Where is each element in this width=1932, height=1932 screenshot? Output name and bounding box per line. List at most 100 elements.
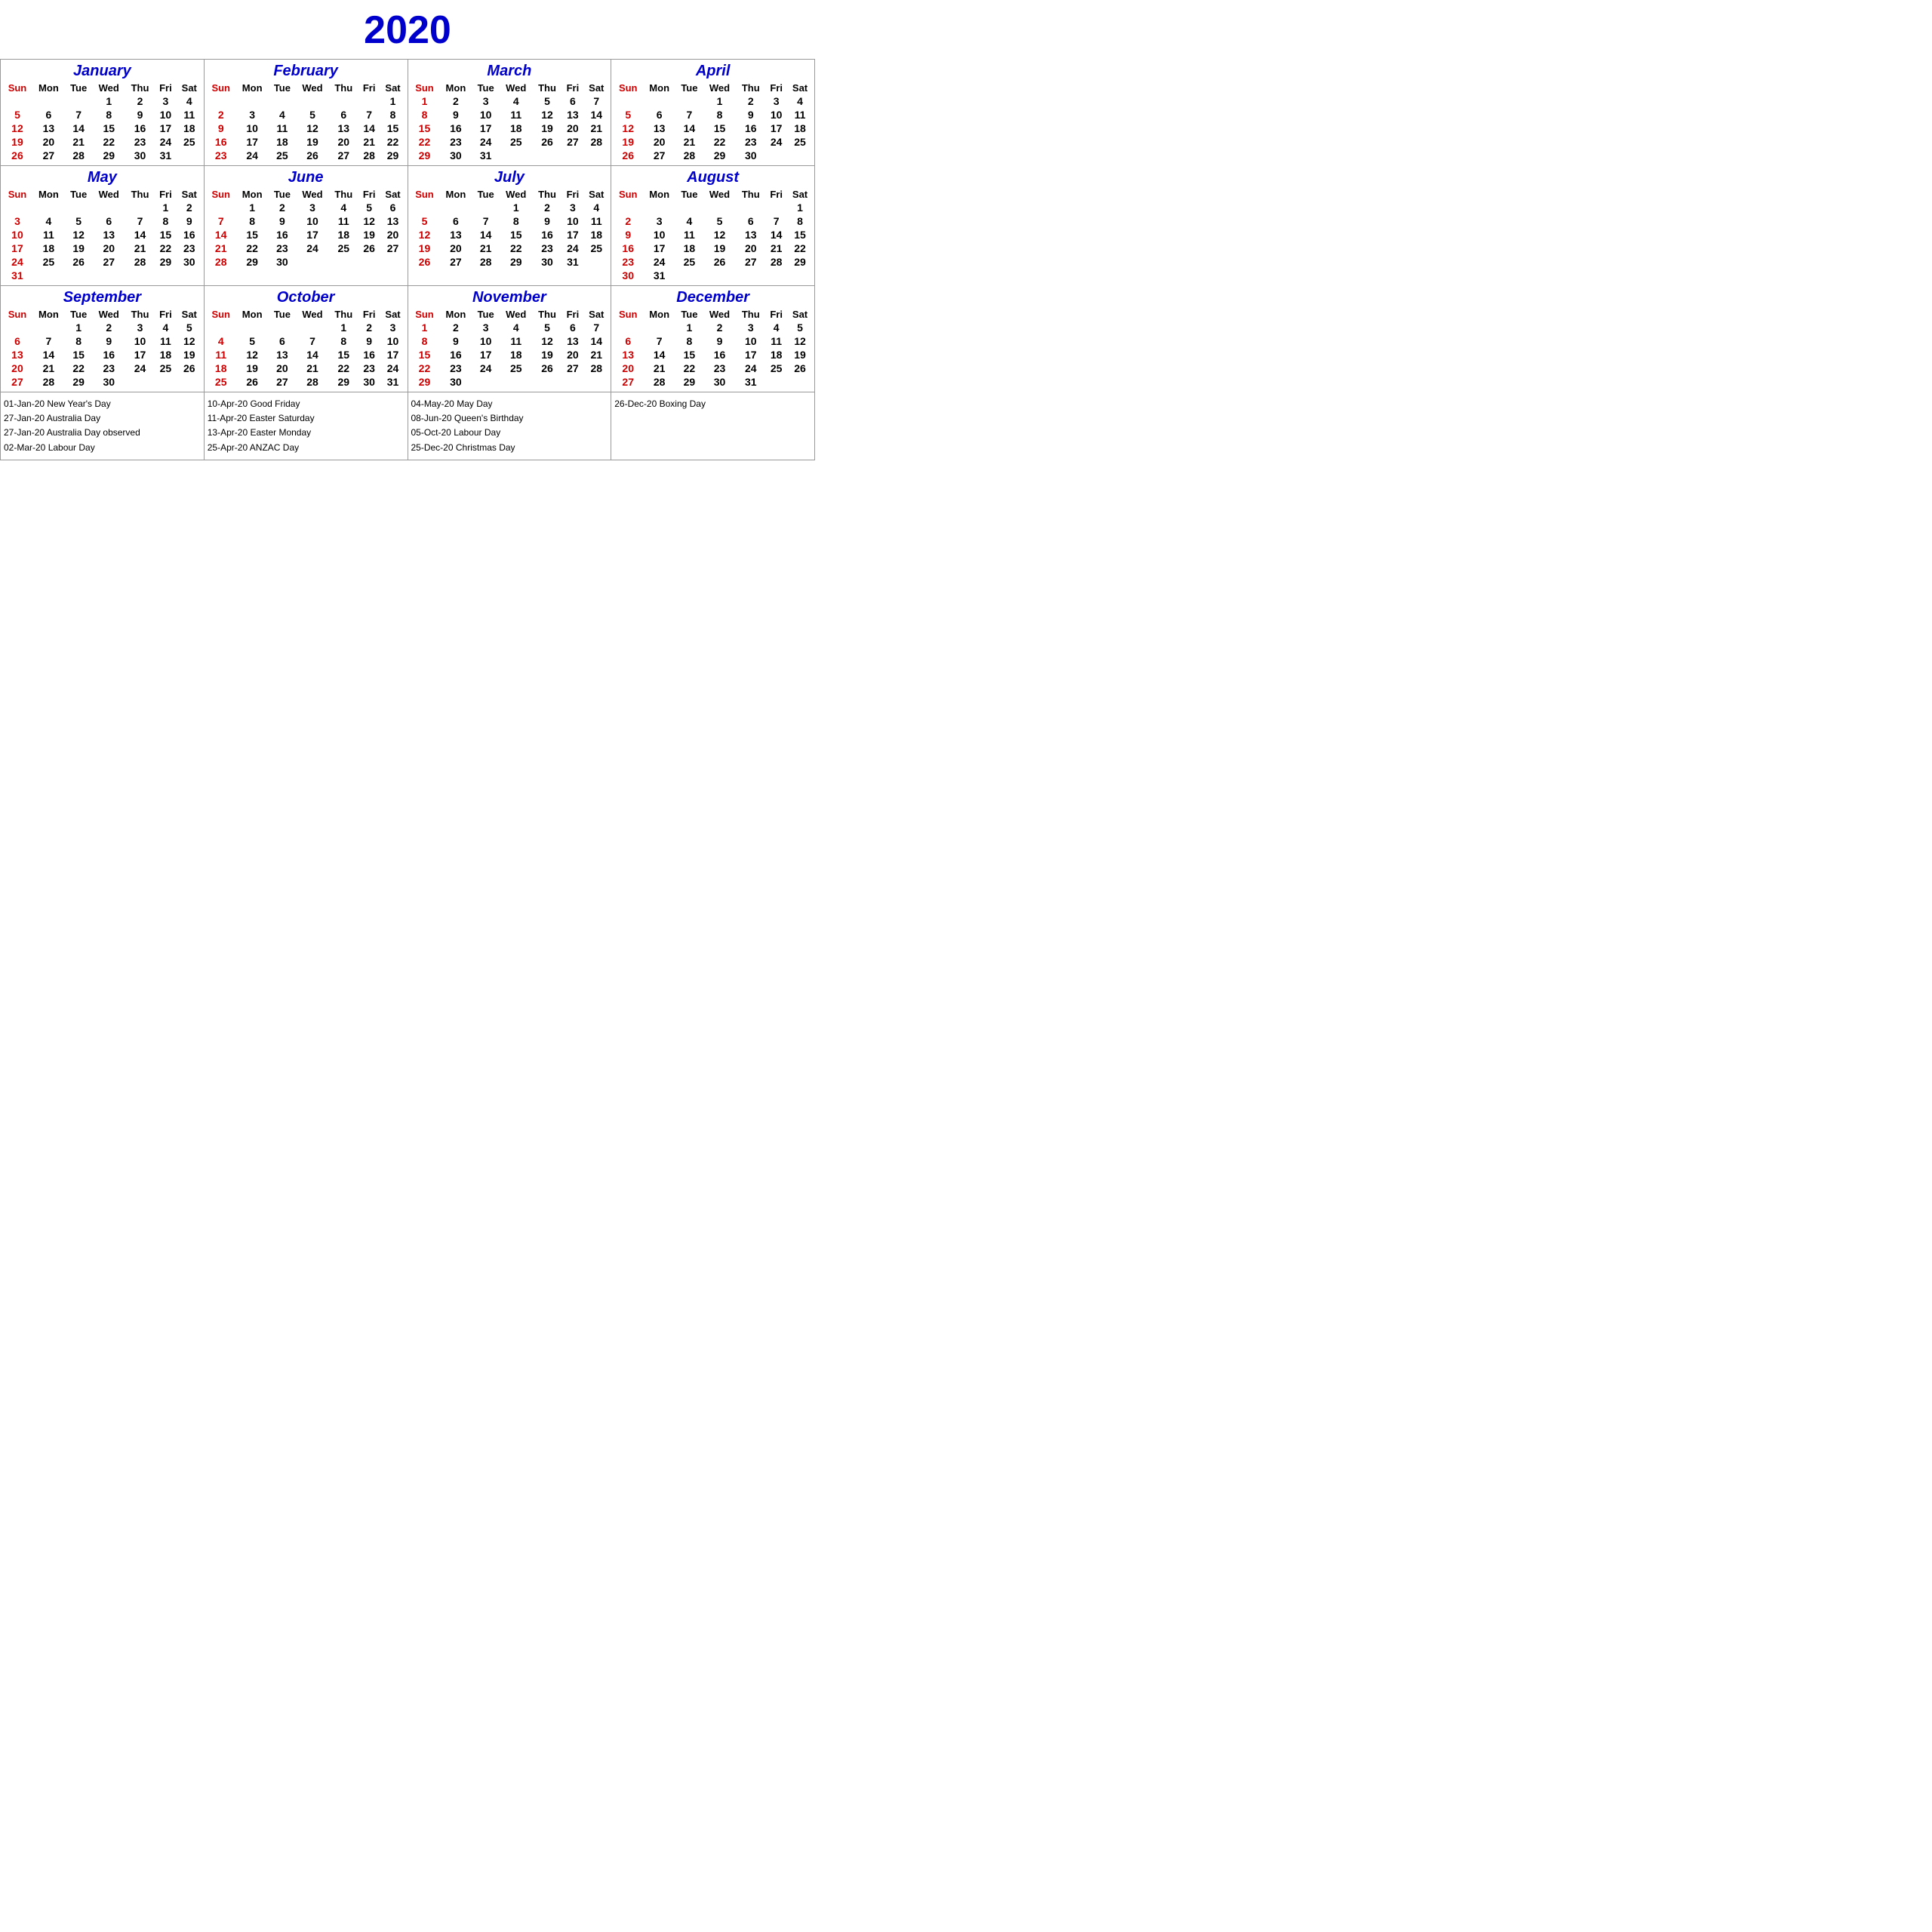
day-cell: 3 <box>736 321 765 334</box>
day-cell: 19 <box>613 135 643 149</box>
day-cell: 15 <box>787 228 813 242</box>
day-cell: 8 <box>65 334 93 348</box>
calendar-grid: JanuarySunMonTueWedThuFriSat123456789101… <box>0 59 815 392</box>
day-cell: 29 <box>410 149 440 162</box>
day-cell: 5 <box>703 214 737 228</box>
day-cell: 18 <box>177 122 202 135</box>
day-header: Sun <box>2 308 32 321</box>
day-cell: 12 <box>613 122 643 135</box>
day-cell: 16 <box>177 228 202 242</box>
day-header: Fri <box>765 188 787 201</box>
day-cell <box>765 201 787 214</box>
day-cell: 10 <box>155 108 177 122</box>
day-cell: 31 <box>380 375 406 389</box>
day-cell: 15 <box>92 122 125 135</box>
day-cell: 22 <box>92 135 125 149</box>
day-cell: 15 <box>65 348 93 361</box>
day-cell: 2 <box>269 201 297 214</box>
day-cell <box>206 201 236 214</box>
day-header: Sat <box>177 308 202 321</box>
day-cell: 12 <box>65 228 93 242</box>
day-cell: 30 <box>92 375 125 389</box>
month-table: SunMonTueWedThuFriSat1234567891011121314… <box>206 308 406 389</box>
day-header: Tue <box>269 82 297 94</box>
day-cell: 23 <box>439 135 472 149</box>
day-cell: 6 <box>380 201 406 214</box>
day-header: Thu <box>125 188 155 201</box>
day-cell: 27 <box>643 149 675 162</box>
day-cell: 27 <box>32 149 65 162</box>
day-cell: 21 <box>675 135 703 149</box>
note-line: 04-May-20 May Day <box>411 397 608 411</box>
day-cell: 28 <box>765 255 787 269</box>
month-name: December <box>613 289 813 306</box>
day-cell: 3 <box>765 94 787 108</box>
day-cell: 9 <box>736 108 765 122</box>
day-header: Wed <box>92 308 125 321</box>
day-cell: 23 <box>533 242 562 255</box>
day-cell <box>736 269 765 282</box>
day-cell: 1 <box>65 321 93 334</box>
day-cell: 21 <box>296 361 329 375</box>
day-header: Thu <box>329 188 358 201</box>
day-cell: 11 <box>32 228 65 242</box>
day-header: Wed <box>500 308 533 321</box>
day-cell: 22 <box>675 361 703 375</box>
day-cell: 24 <box>561 242 583 255</box>
day-cell: 9 <box>439 334 472 348</box>
day-cell: 17 <box>472 122 500 135</box>
day-header: Thu <box>533 82 562 94</box>
day-cell: 8 <box>410 334 440 348</box>
day-cell: 21 <box>32 361 65 375</box>
day-cell: 31 <box>2 269 32 282</box>
day-cell: 17 <box>296 228 329 242</box>
day-cell: 5 <box>533 321 562 334</box>
day-header: Mon <box>643 188 675 201</box>
day-cell: 2 <box>358 321 380 334</box>
day-cell: 23 <box>92 361 125 375</box>
day-cell: 19 <box>533 122 562 135</box>
note-line: 25-Apr-20 ANZAC Day <box>208 441 405 455</box>
day-cell: 28 <box>296 375 329 389</box>
day-cell <box>703 269 737 282</box>
day-cell <box>643 321 675 334</box>
day-cell: 6 <box>2 334 32 348</box>
day-cell: 5 <box>296 108 329 122</box>
day-header: Fri <box>561 188 583 201</box>
day-cell: 26 <box>533 361 562 375</box>
day-header: Fri <box>358 82 380 94</box>
month-cell-december: DecemberSunMonTueWedThuFriSat12345678910… <box>611 286 815 392</box>
day-cell: 9 <box>206 122 236 135</box>
day-cell: 20 <box>329 135 358 149</box>
day-cell: 1 <box>380 94 406 108</box>
day-cell: 6 <box>613 334 643 348</box>
day-header: Sun <box>2 188 32 201</box>
day-cell: 14 <box>125 228 155 242</box>
day-header: Fri <box>358 308 380 321</box>
day-header: Wed <box>703 82 737 94</box>
day-header: Mon <box>32 308 65 321</box>
day-cell: 11 <box>765 334 787 348</box>
day-cell: 11 <box>269 122 297 135</box>
day-cell: 10 <box>236 122 269 135</box>
day-cell: 1 <box>675 321 703 334</box>
day-cell: 15 <box>155 228 177 242</box>
day-cell: 23 <box>439 361 472 375</box>
month-name: October <box>206 289 406 306</box>
day-cell <box>533 375 562 389</box>
day-cell: 27 <box>2 375 32 389</box>
day-header: Sun <box>206 308 236 321</box>
day-cell: 1 <box>787 201 813 214</box>
day-cell: 22 <box>329 361 358 375</box>
month-name: September <box>2 289 202 306</box>
day-cell: 14 <box>296 348 329 361</box>
month-cell-january: JanuarySunMonTueWedThuFriSat123456789101… <box>1 60 205 166</box>
day-header: Wed <box>296 82 329 94</box>
day-cell: 23 <box>358 361 380 375</box>
day-header: Sun <box>613 188 643 201</box>
day-cell: 30 <box>736 149 765 162</box>
day-cell: 1 <box>329 321 358 334</box>
day-cell: 18 <box>675 242 703 255</box>
day-header: Sun <box>410 82 440 94</box>
day-cell: 30 <box>533 255 562 269</box>
